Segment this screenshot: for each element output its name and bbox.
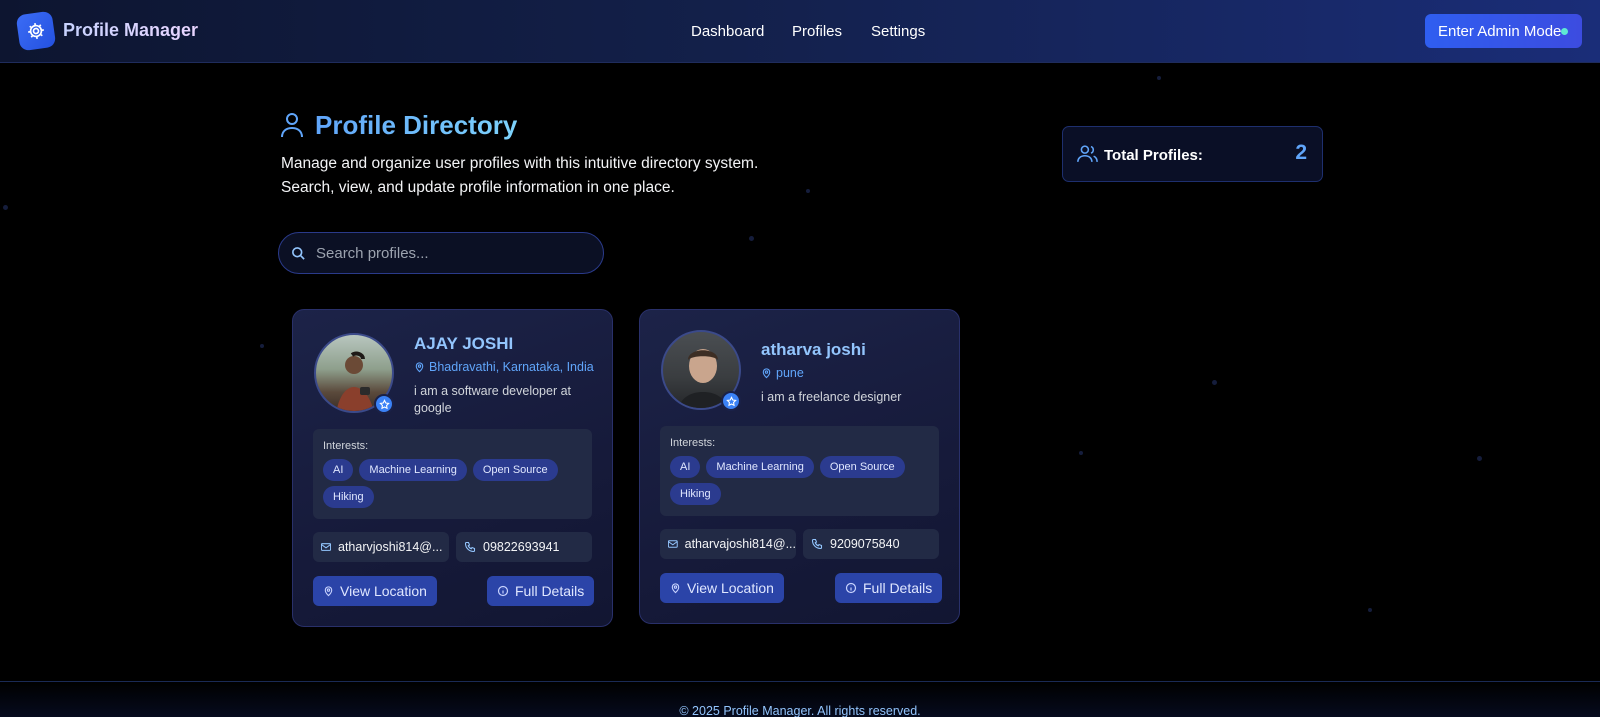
users-icon xyxy=(1077,145,1098,162)
interest-tag[interactable]: Open Source xyxy=(472,459,558,481)
footer: © 2025 Profile Manager. All rights reser… xyxy=(0,681,1600,717)
map-pin-icon xyxy=(762,368,771,379)
interests-label: Interests: xyxy=(323,440,369,452)
background-dot xyxy=(1157,76,1161,80)
profile-location: Bhadravathi, Karnataka, India xyxy=(414,360,594,374)
profile-name: AJAY JOSHI xyxy=(414,334,514,353)
search-input[interactable] xyxy=(316,244,586,262)
nav-settings[interactable]: Settings xyxy=(871,23,925,40)
logo[interactable] xyxy=(15,10,57,52)
profile-bio: i am a freelance designer xyxy=(761,390,902,404)
status-dot xyxy=(1561,28,1568,35)
description-line: Search, view, and update profile informa… xyxy=(281,179,675,196)
profile-card[interactable]: atharva joshi pune i am a freelance desi… xyxy=(639,309,960,624)
background-dot xyxy=(806,189,810,193)
background-dot xyxy=(3,205,8,210)
search-bar[interactable] xyxy=(278,232,604,274)
page-description: Manage and organize user profiles with t… xyxy=(281,152,758,200)
interests-panel: Interests: AI Machine Learning Open Sour… xyxy=(660,426,939,516)
phone-field[interactable]: 09822693941 xyxy=(456,532,592,562)
description-line: Manage and organize user profiles with t… xyxy=(281,155,759,172)
info-icon xyxy=(497,585,509,597)
location-text: Bhadravathi, Karnataka, India xyxy=(429,360,594,374)
interest-tag[interactable]: Open Source xyxy=(819,456,905,478)
total-profiles-label: Total Profiles: xyxy=(1104,147,1203,164)
full-details-label: Full Details xyxy=(863,580,933,596)
profile-name: atharva joshi xyxy=(761,340,866,359)
location-text: pune xyxy=(776,366,804,380)
map-pin-icon xyxy=(324,586,333,597)
star-icon xyxy=(378,398,390,409)
full-details-button[interactable]: Full Details xyxy=(835,573,943,603)
nav-dashboard[interactable]: Dashboard xyxy=(691,23,764,40)
phone-text: 09822693941 xyxy=(483,540,560,554)
interest-tag[interactable]: Machine Learning xyxy=(359,459,467,481)
phone-icon xyxy=(811,538,823,550)
interest-tags: AI Machine Learning Open Source Hiking xyxy=(670,456,930,505)
phone-text: 9209075840 xyxy=(830,537,900,551)
background-dot xyxy=(1368,608,1372,612)
info-icon xyxy=(845,582,857,594)
mail-icon xyxy=(321,543,331,551)
background-dot xyxy=(1477,456,1482,461)
map-pin-icon xyxy=(671,583,680,594)
phone-field[interactable]: 9209075840 xyxy=(803,529,939,559)
page-title: Profile Directory xyxy=(315,110,518,140)
user-icon xyxy=(281,113,303,138)
background-dot xyxy=(1212,380,1217,385)
interest-tag[interactable]: AI xyxy=(670,456,701,478)
email-text: atharvjoshi814@... xyxy=(338,540,443,554)
copyright-text: © 2025 Profile Manager. All rights reser… xyxy=(679,704,921,717)
verified-badge xyxy=(721,391,741,411)
interests-panel: Interests: AI Machine Learning Open Sour… xyxy=(313,429,592,519)
phone-icon xyxy=(464,541,476,553)
interest-tags: AI Machine Learning Open Source Hiking xyxy=(323,459,583,508)
search-icon xyxy=(292,246,305,260)
admin-button-label: Enter Admin Mode xyxy=(1438,22,1562,40)
verified-badge xyxy=(374,394,394,414)
profile-location: pune xyxy=(761,366,804,380)
star-icon xyxy=(725,395,737,406)
view-location-label: View Location xyxy=(687,580,774,596)
nav-profiles[interactable]: Profiles xyxy=(792,23,842,40)
interest-tag[interactable]: Hiking xyxy=(323,486,374,508)
view-location-button[interactable]: View Location xyxy=(313,576,437,606)
interest-tag[interactable]: Hiking xyxy=(670,483,721,505)
profile-card[interactable]: AJAY JOSHI Bhadravathi, Karnataka, India… xyxy=(292,309,613,627)
gear-icon xyxy=(28,23,44,39)
background-dot xyxy=(749,236,754,241)
total-profiles-card: Total Profiles: 2 xyxy=(1062,126,1323,182)
full-details-label: Full Details xyxy=(515,583,585,599)
email-field[interactable]: atharvjoshi814@... xyxy=(313,532,449,562)
app-title[interactable]: Profile Manager xyxy=(63,20,198,41)
mail-icon xyxy=(668,540,678,548)
interest-tag[interactable]: Machine Learning xyxy=(706,456,814,478)
background-dot xyxy=(1079,451,1083,455)
background-dot xyxy=(260,344,264,348)
map-pin-icon xyxy=(415,362,424,373)
interest-tag[interactable]: AI xyxy=(323,459,354,481)
email-field[interactable]: atharvajoshi814@... xyxy=(660,529,796,559)
profile-bio: i am a software developer at google xyxy=(414,384,572,415)
email-text: atharvajoshi814@... xyxy=(684,537,796,551)
top-navbar: Profile Manager Dashboard Profiles Setti… xyxy=(0,0,1600,63)
view-location-button[interactable]: View Location xyxy=(660,573,784,603)
enter-admin-mode-button[interactable]: Enter Admin Mode xyxy=(1425,14,1582,48)
full-details-button[interactable]: Full Details xyxy=(487,576,595,606)
view-location-label: View Location xyxy=(340,583,427,599)
interests-label: Interests: xyxy=(670,437,716,449)
total-profiles-count: 2 xyxy=(1295,141,1307,164)
